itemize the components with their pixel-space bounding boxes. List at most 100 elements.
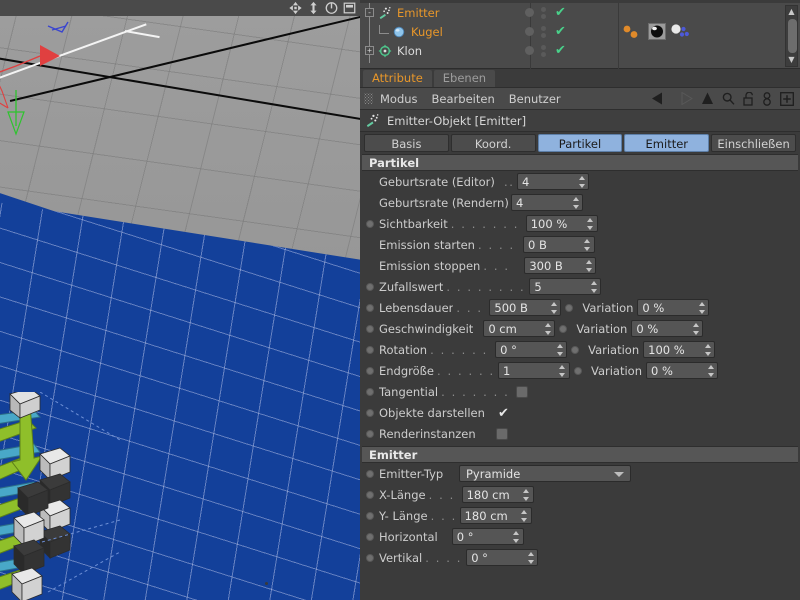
material-tag-icon[interactable] [648,23,666,40]
keyframe-dot-icon[interactable] [559,324,568,333]
keyframe-dot-icon[interactable] [366,511,374,520]
param-geburtsrate-editor[interactable]: Geburtsrate (Editor) .. [360,171,800,192]
horizontal-field[interactable] [451,528,524,545]
attribute-page-tabs[interactable]: Basis Koord. Partikel Emitter Einschließ… [360,132,800,154]
stepper-icon[interactable] [584,239,591,251]
keyframe-dot-icon[interactable] [366,469,374,478]
stepper-icon[interactable] [572,197,579,209]
lebensdauer-field[interactable] [489,299,562,316]
visibility-dot-icon[interactable] [525,46,534,55]
endgroesse-variation-field[interactable] [646,362,719,379]
keyframe-dot-icon[interactable] [366,219,374,228]
param-emission-starten[interactable]: Emission starten . . . . [360,234,800,255]
enabled-check-icon[interactable]: ✔ [555,5,566,20]
rotate-icon[interactable] [324,1,339,15]
geburtsrate-rendern-field[interactable] [511,194,583,211]
stepper-icon[interactable] [513,531,520,543]
keyframe-dot-icon[interactable] [565,303,574,312]
param-tangential[interactable]: Tangential . . . . . . . . [360,381,800,402]
stepper-icon[interactable] [585,260,592,272]
chevron-down-icon[interactable] [614,472,624,477]
keyframe-dot-icon[interactable] [366,532,374,541]
menu-bearbeiten[interactable]: Bearbeiten [432,92,495,106]
dolly-icon[interactable] [306,1,321,15]
visibility-dot-icon[interactable] [525,27,534,36]
geschwindigkeit-field[interactable] [483,320,556,337]
x-laenge-field[interactable] [461,486,534,503]
expander-emitter[interactable]: - [365,8,374,17]
tab-emitter[interactable]: Emitter [624,134,710,152]
keyframe-dot-icon[interactable] [366,490,374,499]
rotation-field[interactable] [495,341,568,358]
stepper-icon[interactable] [587,218,594,230]
y-laenge-field[interactable] [459,507,532,524]
sichtbarkeit-field[interactable] [525,215,598,232]
stepper-icon[interactable] [523,489,530,501]
param-endgroesse[interactable]: Endgröße . . . . . . . Variation [360,360,800,381]
scrollbar-thumb[interactable] [788,19,797,53]
stepper-icon[interactable] [527,552,534,564]
zufallswert-field[interactable] [529,278,602,295]
stepper-icon[interactable] [698,302,705,314]
tab-koord[interactable]: Koord. [450,134,536,152]
geschwindigkeit-variation-field[interactable] [631,320,704,337]
menu-benutzer[interactable]: Benutzer [509,92,561,106]
keyframe-dot-icon[interactable] [366,429,374,438]
expander-klon[interactable]: + [365,46,374,55]
keyframe-dot-icon[interactable] [366,241,374,249]
object-row-klon[interactable]: + Klon ✔ [360,41,800,60]
vertikal-field[interactable] [466,549,539,566]
param-geburtsrate-rendern[interactable]: Geburtsrate (Rendern) [360,192,800,213]
up-arrow-icon[interactable] [701,92,714,105]
keyframe-dot-icon[interactable] [366,282,374,291]
keyframe-dot-icon[interactable] [366,324,374,333]
tab-basis[interactable]: Basis [364,134,449,152]
object-manager[interactable]: - Emitter ✔ Kugel ✔ + Klon ✔ ▲ ▼ [360,3,800,69]
tab-ebenen[interactable]: Ebenen [433,70,496,87]
geburtsrate-editor-field[interactable] [517,173,589,190]
param-horizontal[interactable]: Horizontal [360,526,800,547]
enabled-check-icon[interactable]: ✔ [555,43,566,58]
keyframe-dot-icon[interactable] [571,345,580,354]
object-manager-scrollbar[interactable]: ▲ ▼ [785,5,798,67]
param-vertikal[interactable]: Vertikal . . . . [360,547,800,568]
tab-einschliessen[interactable]: Einschließen [711,134,796,152]
tab-attribute[interactable]: Attribute [363,70,432,87]
user-data-icon[interactable] [762,91,772,106]
stepper-icon[interactable] [704,344,711,356]
param-geschwindigkeit[interactable]: Geschwindigkeit Variation [360,318,800,339]
keyframe-dot-icon[interactable] [366,199,374,207]
keyframe-dot-icon[interactable] [366,553,374,562]
stepper-icon[interactable] [550,302,557,314]
object-row-emitter[interactable]: - Emitter ✔ [360,3,800,22]
param-sichtbarkeit[interactable]: Sichtbarkeit . . . . . . . . [360,213,800,234]
stepper-icon[interactable] [521,510,528,522]
stepper-icon[interactable] [707,365,714,377]
pan-icon[interactable] [288,1,303,15]
param-emission-stoppen[interactable]: Emission stoppen . . . [360,255,800,276]
lebensdauer-variation-field[interactable] [637,299,710,316]
visibility-dots-icon[interactable] [541,44,546,57]
emission-stoppen-field[interactable] [524,257,597,274]
mograph-tag-icon[interactable] [670,23,692,40]
forward-arrow-icon[interactable] [676,92,693,105]
keyframe-dot-icon[interactable] [366,366,374,375]
param-rotation[interactable]: Rotation . . . . . . . Variation [360,339,800,360]
menu-modus[interactable]: Modus [380,92,418,106]
stepper-icon[interactable] [559,365,566,377]
particle-tag-icon[interactable] [622,24,644,40]
search-icon[interactable] [722,92,735,105]
param-zufallswert[interactable]: Zufallswert . . . . . . . . . [360,276,800,297]
param-objekte-darstellen[interactable]: Objekte darstellen ✔ [360,402,800,423]
scroll-down-arrow-icon[interactable]: ▼ [788,56,794,64]
attribute-manager-tabbar[interactable]: Attribute Ebenen [360,69,800,88]
keyframe-dot-icon[interactable] [573,366,582,375]
keyframe-dot-icon[interactable] [366,262,374,270]
enabled-check-icon[interactable]: ✔ [555,24,566,39]
back-arrow-icon[interactable] [651,92,668,105]
visibility-dots-icon[interactable] [541,25,546,38]
param-emitter-typ[interactable]: Emitter-Typ Pyramide [360,463,800,484]
rotation-variation-field[interactable] [643,341,716,358]
add-box-icon[interactable] [780,91,794,106]
3d-viewport[interactable] [0,0,360,600]
